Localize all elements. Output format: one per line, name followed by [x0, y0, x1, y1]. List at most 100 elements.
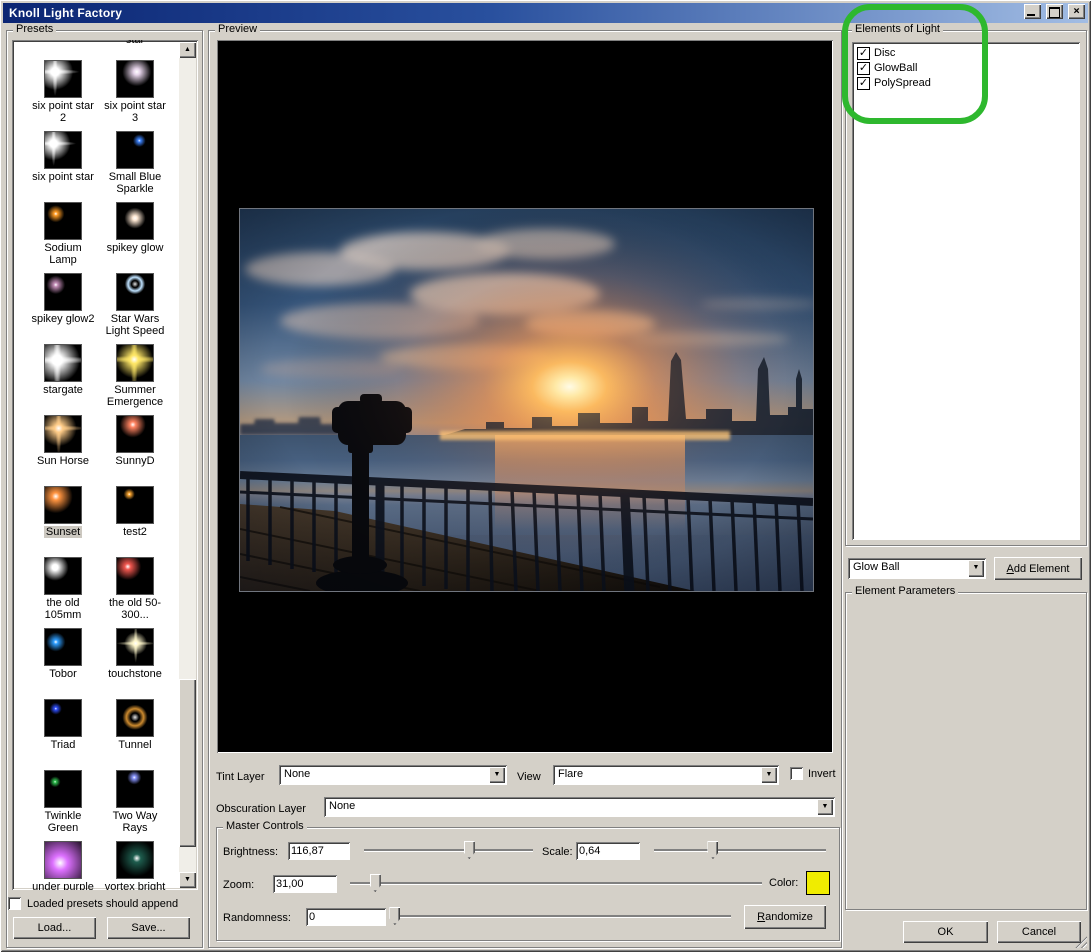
scroll-down-icon[interactable]: ▼ — [179, 872, 196, 888]
preset-thumbnail[interactable] — [44, 628, 82, 666]
slider-thumb[interactable] — [464, 841, 475, 859]
randomize-button[interactable]: Randomize — [744, 905, 826, 929]
brightness-input[interactable] — [288, 842, 350, 860]
preset-thumbnail[interactable] — [116, 344, 154, 382]
preset-thumbnail[interactable] — [116, 770, 154, 808]
preset-item[interactable]: under purple — [28, 841, 98, 890]
preset-list[interactable]: six point star 2six point star 3 six poin… — [12, 40, 198, 890]
preset-thumbnail[interactable] — [116, 131, 154, 169]
preset-item[interactable]: stargate — [28, 344, 98, 396]
element-list-item[interactable]: ✓ GlowBall — [852, 61, 1080, 76]
preset-thumbnail[interactable] — [44, 841, 82, 879]
preset-label: six point star 3 — [100, 100, 170, 124]
preset-thumbnail[interactable] — [116, 60, 154, 98]
preset-thumbnail[interactable] — [44, 202, 82, 240]
element-list-item[interactable]: ✓Disc — [852, 46, 1080, 61]
preset-thumbnail[interactable] — [116, 486, 154, 524]
element-checkbox[interactable]: ✓ — [857, 77, 870, 90]
scrollbar-thumb[interactable] — [179, 679, 196, 847]
preset-scrollbar[interactable]: ▲ ▼ — [179, 42, 196, 888]
add-element-button[interactable]: Add Element — [994, 557, 1082, 580]
preset-thumbnail[interactable] — [116, 699, 154, 737]
preset-thumbnail[interactable] — [44, 770, 82, 808]
scale-slider[interactable] — [654, 840, 826, 860]
preset-thumbnail[interactable] — [116, 557, 154, 595]
preset-item[interactable]: Triad — [28, 699, 98, 751]
scroll-up-icon[interactable]: ▲ — [179, 42, 196, 58]
preset-thumbnail[interactable] — [44, 486, 82, 524]
close-button[interactable]: × — [1068, 4, 1085, 19]
preset-thumbnail[interactable] — [116, 273, 154, 311]
preset-item[interactable]: Two Way Rays — [100, 770, 170, 834]
preset-item[interactable]: Small Blue Sparkle — [100, 131, 170, 195]
preset-label: six point star — [30, 171, 96, 183]
slider-track — [350, 882, 762, 885]
element-type-select[interactable]: Glow Ball ▼ — [848, 558, 986, 579]
preset-item[interactable]: Sun Horse — [28, 415, 98, 467]
obscuration-layer-select[interactable]: None ▼ — [324, 797, 835, 817]
save-button[interactable]: Save... — [107, 917, 190, 939]
tint-layer-select[interactable]: None ▼ — [279, 765, 507, 785]
maximize-button[interactable] — [1046, 4, 1063, 19]
invert-checkbox[interactable] — [790, 767, 803, 780]
preset-thumbnail[interactable] — [44, 131, 82, 169]
minimize-button[interactable] — [1024, 4, 1041, 19]
zoom-slider[interactable] — [350, 873, 762, 893]
append-presets-checkbox[interactable] — [8, 897, 21, 910]
preset-thumbnail[interactable] — [116, 415, 154, 453]
randomness-input[interactable] — [306, 908, 386, 926]
preset-item[interactable]: the old 50-300... — [100, 557, 170, 621]
preset-item[interactable]: six point star — [28, 131, 98, 183]
preset-item[interactable]: Summer Emergence — [100, 344, 170, 408]
preview-canvas[interactable] — [217, 40, 833, 753]
dropdown-arrow-icon[interactable]: ▼ — [761, 767, 777, 783]
preset-thumbnail[interactable] — [44, 557, 82, 595]
preset-thumbnail[interactable] — [44, 699, 82, 737]
preset-item[interactable]: six point star 2 — [28, 60, 98, 124]
preset-thumbnail[interactable] — [116, 202, 154, 240]
color-swatch[interactable] — [806, 871, 830, 895]
element-checkbox[interactable]: ✓ — [857, 47, 870, 60]
preset-item[interactable]: six point star 3 — [100, 60, 170, 124]
randomness-slider[interactable] — [391, 906, 731, 926]
preset-item[interactable]: touchstone — [100, 628, 170, 680]
element-checkbox[interactable]: ✓ — [857, 62, 870, 75]
preset-label: six point star 2 — [28, 100, 98, 124]
preset-thumbnail[interactable] — [44, 60, 82, 98]
preset-item[interactable]: spikey glow — [100, 202, 170, 254]
slider-thumb[interactable] — [370, 874, 381, 892]
preset-item[interactable]: Star Wars Light Speed — [100, 273, 170, 337]
preset-item[interactable]: the old 105mm — [28, 557, 98, 621]
preset-item[interactable]: Twinkle Green — [28, 770, 98, 834]
preset-item[interactable]: spikey glow2 — [28, 273, 98, 325]
title-bar[interactable]: Knoll Light Factory × — [3, 3, 1088, 23]
slider-thumb[interactable] — [389, 907, 400, 925]
preset-thumbnail[interactable] — [44, 415, 82, 453]
preset-item[interactable]: Tunnel — [100, 699, 170, 751]
view-select[interactable]: Flare ▼ — [553, 765, 779, 785]
load-button[interactable]: Load... — [13, 917, 96, 939]
zoom-input[interactable] — [273, 875, 337, 893]
minimize-icon — [1027, 14, 1035, 16]
dropdown-arrow-icon[interactable]: ▼ — [817, 799, 833, 815]
preset-item[interactable]: Sodium Lamp — [28, 202, 98, 266]
preset-item[interactable]: vortex bright — [100, 841, 170, 890]
brightness-slider[interactable] — [364, 840, 533, 860]
preset-thumbnail[interactable] — [116, 628, 154, 666]
preset-item[interactable]: Sunset — [28, 486, 98, 538]
ok-button[interactable]: OK — [903, 921, 988, 943]
preset-thumbnail[interactable] — [44, 344, 82, 382]
element-label: GlowBall — [874, 62, 917, 74]
preset-item[interactable]: SunnyD — [100, 415, 170, 467]
element-list-item[interactable]: ✓PolySpread — [852, 76, 1080, 91]
preset-item[interactable]: test2 — [100, 486, 170, 538]
preset-thumbnail[interactable] — [116, 841, 154, 879]
preset-thumbnail[interactable] — [44, 273, 82, 311]
cancel-button[interactable]: Cancel — [997, 921, 1081, 943]
preset-item[interactable]: Tobor — [28, 628, 98, 680]
slider-thumb[interactable] — [707, 841, 718, 859]
dropdown-arrow-icon[interactable]: ▼ — [968, 560, 984, 577]
dropdown-arrow-icon[interactable]: ▼ — [489, 767, 505, 783]
scale-input[interactable] — [576, 842, 640, 860]
elements-list[interactable]: ✓Disc✓GlowBall✓PolySpread — [852, 42, 1080, 540]
